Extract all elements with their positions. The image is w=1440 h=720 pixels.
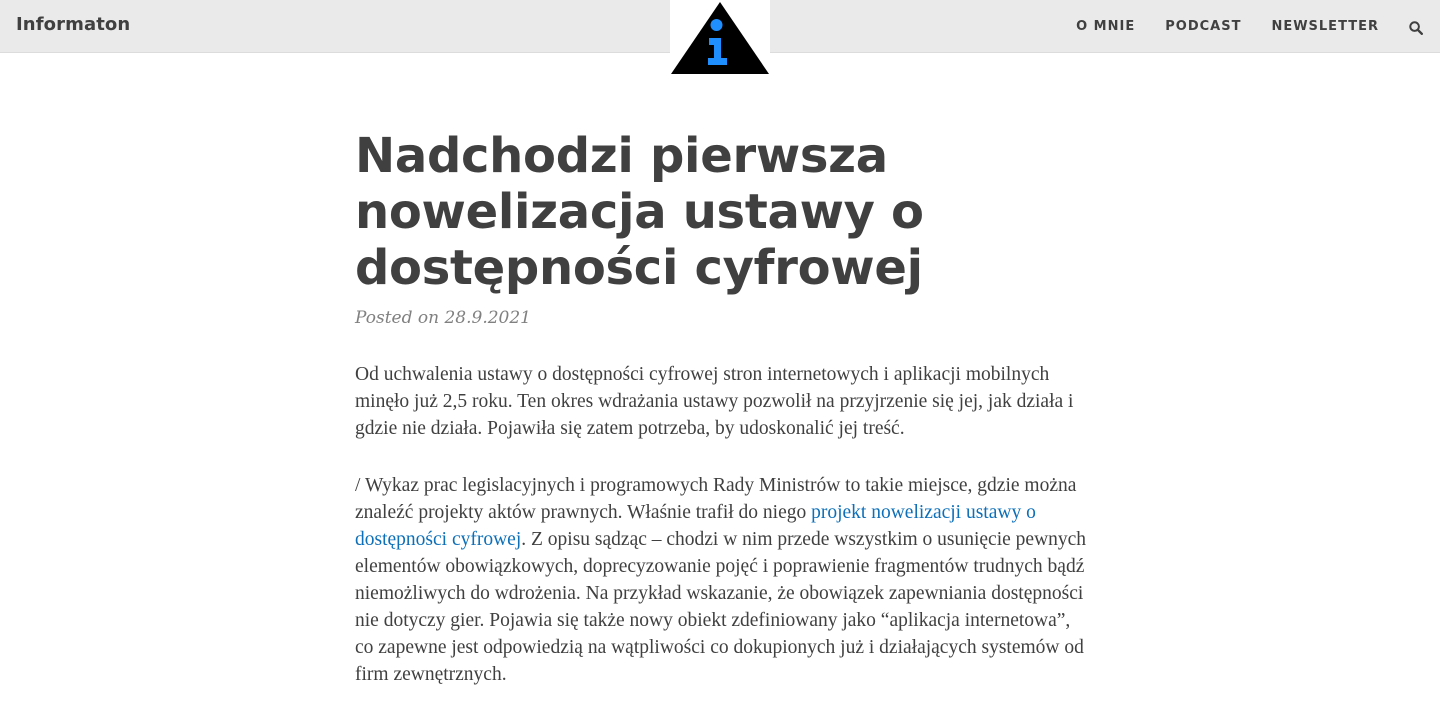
nav-item-newsletter[interactable]: NEWSLETTER: [1271, 19, 1379, 34]
nav-item-podcast[interactable]: PODCAST: [1165, 19, 1241, 34]
main-nav: O MNIE PODCAST NEWSLETTER: [1076, 0, 1440, 53]
post-title: Nadchodzi pierwsza nowelizacja ustawy o …: [355, 128, 924, 296]
nav-item-o-mnie[interactable]: O MNIE: [1076, 19, 1135, 34]
article: Nadchodzi pierwsza nowelizacja ustawy o …: [355, 128, 1090, 688]
search-icon[interactable]: [1409, 20, 1424, 35]
site-brand-link[interactable]: Informaton: [16, 14, 130, 35]
post-body: Od uchwalenia ustawy o dostępności cyfro…: [355, 361, 1090, 688]
post-date: Posted on 28.9.2021: [355, 308, 531, 328]
info-triangle-logo-icon: [671, 2, 769, 74]
paragraph: / Wykaz prac legislacyjnych i programowy…: [355, 472, 1090, 688]
paragraph-text: . Z opisu sądząc – chodzi w nim przede w…: [355, 529, 1087, 685]
paragraph: Od uchwalenia ustawy o dostępności cyfro…: [355, 364, 1074, 439]
site-logo-link[interactable]: [670, 0, 770, 75]
